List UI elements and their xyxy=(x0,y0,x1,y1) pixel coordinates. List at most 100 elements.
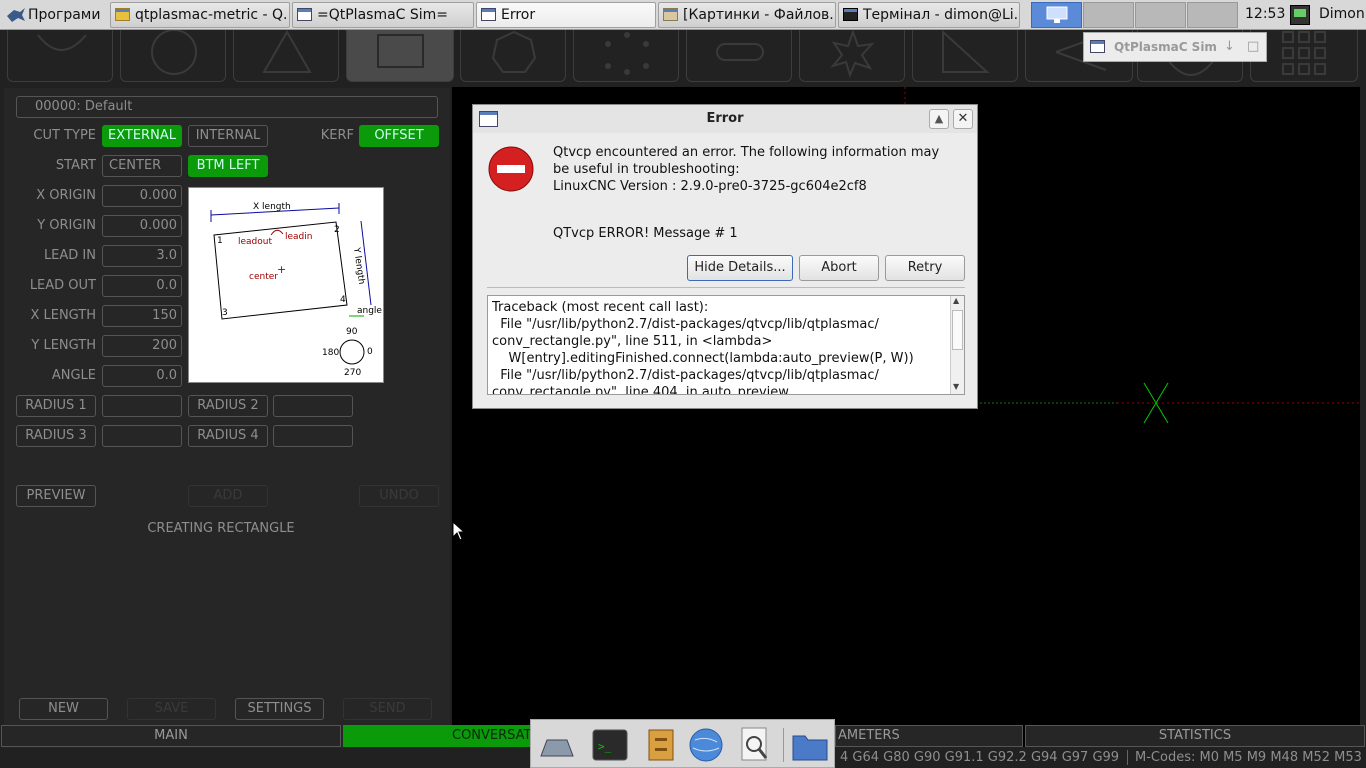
array-icon xyxy=(1282,31,1326,75)
user-icon xyxy=(1290,5,1310,25)
corner-4: 4 xyxy=(340,295,346,305)
shape-line-button[interactable] xyxy=(7,30,113,82)
star-icon xyxy=(830,29,875,78)
x-origin-field[interactable]: 0.000 xyxy=(102,185,182,207)
version-text: LinuxCNC Version : 2.9.0-pre0-3725-gc604… xyxy=(553,179,867,194)
btm-left-button[interactable]: BTM LEFT xyxy=(188,155,268,177)
close-icon[interactable]: ✕ xyxy=(953,109,973,129)
app-icon xyxy=(115,8,130,21)
rectangle-diagram: X length Y length leadout leadin center … xyxy=(188,187,384,383)
window-icon xyxy=(481,8,496,21)
lead-in-field[interactable]: 3.0 xyxy=(102,245,182,267)
task-qtplasmac-sim[interactable]: =QtPlasmaC Sim= xyxy=(292,2,474,28)
center-caption: center xyxy=(249,272,278,282)
workspace-3[interactable] xyxy=(1135,2,1186,28)
y-length-field[interactable]: 200 xyxy=(102,335,182,357)
shape-triangle-button[interactable] xyxy=(233,29,339,82)
task-label: =QtPlasmaC Sim= xyxy=(317,7,449,23)
user-name[interactable]: Dimon xyxy=(1319,6,1365,22)
dialog-titlebar[interactable]: Error ▲ ✕ xyxy=(473,105,977,133)
radius-2-label: RADIUS 2 xyxy=(188,395,268,417)
scroll-up-icon[interactable]: ▲ xyxy=(953,296,959,305)
error-message-1: Qtvcp encountered an error. The followin… xyxy=(553,145,940,160)
preview-button[interactable]: PREVIEW xyxy=(16,485,96,507)
traceback-text: Traceback (most recent call last): File … xyxy=(492,300,914,395)
radius-3-field[interactable] xyxy=(102,425,182,447)
new-button[interactable]: NEW xyxy=(19,698,108,720)
search-icon[interactable] xyxy=(736,726,774,764)
raise-icon[interactable]: ▲ xyxy=(929,109,949,129)
retry-button[interactable]: Retry xyxy=(885,255,965,281)
right-triangle-icon xyxy=(942,29,990,73)
send-button[interactable]: SEND xyxy=(343,698,432,720)
material-selector[interactable]: 00000: Default xyxy=(16,96,438,118)
svg-text:>_: >_ xyxy=(598,740,612,753)
scroll-thumb[interactable] xyxy=(952,310,963,350)
angle-0: 0 xyxy=(367,347,373,357)
lead-out-label: LEAD OUT xyxy=(29,278,96,293)
task-label: qtplasmac-metric - Q... xyxy=(135,7,290,23)
shape-right-triangle-button[interactable] xyxy=(912,29,1018,82)
scroll-down-icon[interactable]: ▼ xyxy=(953,382,959,391)
center-button[interactable]: CENTER xyxy=(102,155,182,177)
workspace-1[interactable] xyxy=(1031,2,1082,28)
workspace-2[interactable] xyxy=(1083,2,1134,28)
task-qtplasmac-metric[interactable]: qtplasmac-metric - Q... xyxy=(110,2,290,28)
y-length-label: Y LENGTH xyxy=(31,338,96,353)
error-icon xyxy=(488,146,534,192)
clock[interactable]: 12:53 xyxy=(1245,6,1285,22)
tab-statistics[interactable]: STATISTICS xyxy=(1025,725,1365,747)
radius-4-field[interactable] xyxy=(273,425,353,447)
file-manager-icon[interactable] xyxy=(641,726,679,764)
mcodes-status: M-Codes: M0 M5 M9 M48 M52 M53 xyxy=(1127,750,1362,765)
rectangle-icon xyxy=(377,34,424,68)
details-text[interactable]: Traceback (most recent call last): File … xyxy=(487,295,965,395)
tab-main[interactable]: MAIN xyxy=(1,725,341,747)
lead-out-field[interactable]: 0.0 xyxy=(102,275,182,297)
lead-in-label: LEAD IN xyxy=(43,248,96,263)
task-file-manager[interactable]: [Картинки - Файлов... xyxy=(658,2,836,28)
settings-button[interactable]: SETTINGS xyxy=(235,698,324,720)
workspace-4[interactable] xyxy=(1187,2,1238,28)
external-button[interactable]: EXTERNAL xyxy=(102,125,182,147)
folder-icon[interactable] xyxy=(791,726,829,764)
tab-conversational[interactable]: CONVERSAT xyxy=(343,725,533,747)
internal-button[interactable]: INTERNAL xyxy=(188,125,268,147)
add-button[interactable]: ADD xyxy=(188,485,268,507)
undo-button[interactable]: UNDO xyxy=(359,485,439,507)
hide-details-button[interactable]: Hide Details... xyxy=(687,255,793,281)
radius-1-field[interactable] xyxy=(102,395,182,417)
task-error[interactable]: Error xyxy=(476,2,656,28)
scrollbar[interactable]: ▲ ▼ xyxy=(950,296,964,394)
tab-parameters[interactable]: AMETERS xyxy=(835,725,1023,747)
web-browser-icon[interactable] xyxy=(687,726,725,764)
maximize-icon[interactable]: □ xyxy=(1247,39,1259,54)
arrow-down-icon[interactable]: ↓ xyxy=(1224,39,1235,54)
shape-bolt-circle-button[interactable] xyxy=(573,30,679,82)
error-message-detail: QTvcp ERROR! Message # 1 xyxy=(553,226,738,241)
x-length-field[interactable]: 150 xyxy=(102,305,182,327)
dialog-divider xyxy=(487,287,965,288)
x-length-caption: X length xyxy=(253,202,291,212)
offset-button[interactable]: OFFSET xyxy=(359,125,439,147)
taskbar: Програми qtplasmac-metric - Q... =QtPlas… xyxy=(0,0,1366,30)
shape-slot-button[interactable] xyxy=(686,30,792,82)
terminal-icon[interactable]: >_ xyxy=(591,726,629,764)
task-terminal[interactable]: Термінал - dimon@Li... xyxy=(838,2,1020,28)
shape-circle-button[interactable] xyxy=(120,29,226,82)
start-menu-button[interactable]: Програми xyxy=(2,2,106,28)
shape-polygon-button[interactable] xyxy=(460,30,566,82)
corner-2: 2 xyxy=(334,225,340,235)
radius-2-field[interactable] xyxy=(273,395,353,417)
abort-button[interactable]: Abort xyxy=(799,255,879,281)
angle-field[interactable]: 0.0 xyxy=(102,365,182,387)
y-origin-field[interactable]: 0.000 xyxy=(102,215,182,237)
x-origin-label: X ORIGIN xyxy=(36,188,96,203)
terminal-icon xyxy=(843,8,858,21)
shape-rectangle-button[interactable] xyxy=(346,30,454,82)
qtplasmac-sim-window[interactable]: QtPlasmaC Sim ↓ □ xyxy=(1083,32,1267,62)
start-menu-label: Програми xyxy=(28,7,101,23)
shape-star-button[interactable] xyxy=(799,29,905,82)
save-button[interactable]: SAVE xyxy=(127,698,216,720)
hide-desktop-icon[interactable] xyxy=(537,726,575,764)
